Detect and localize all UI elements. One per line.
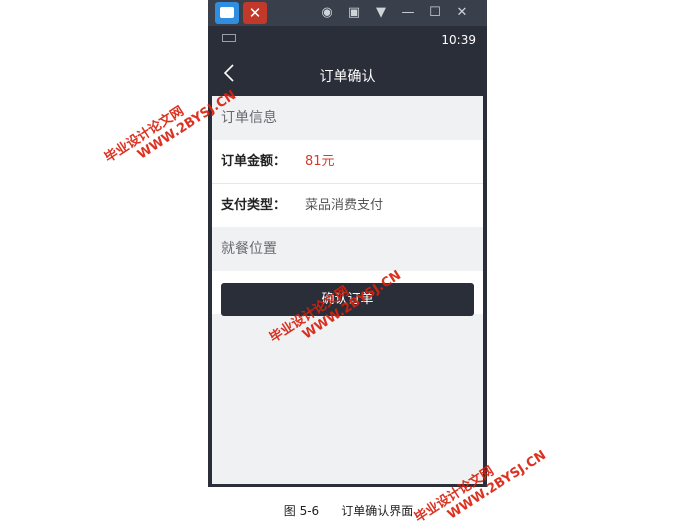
emulator-window: ✕ ◉ ▣ ▼ — ☐ ✕ 10:39 订单确认 订单信息 订单金额： 81元 … [208,0,487,487]
section-dining-location: 就餐位置 [212,227,483,271]
payment-type-row: 支付类型： 菜品消费支付 [212,183,483,227]
order-amount-row: 订单金额： 81元 [212,140,483,183]
nav-bar: 订单确认 [212,54,483,96]
order-content: 订单信息 订单金额： 81元 支付类型： 菜品消费支付 就餐位置 就坐餐桌 [212,96,483,314]
close-icon[interactable]: ✕ [453,4,471,22]
maximize-icon[interactable]: ☐ [426,4,444,22]
figure-caption: 图 5-6 订单确认界面 [0,502,697,519]
figure-number: 图 5-6 [283,504,320,518]
minimize-icon[interactable]: — [399,4,417,22]
status-bar: 10:39 [212,28,483,54]
emulator-toolbar: ✕ ◉ ▣ ▼ — ☐ ✕ [208,0,487,26]
status-time: 10:39 [441,33,476,47]
order-amount-label: 订单金额： [221,154,287,169]
keyboard-icon [222,34,236,42]
page-title: 订单确认 [319,69,376,85]
tools-app-icon[interactable]: ✕ [243,2,267,24]
payment-type-label: 支付类型： [221,198,287,213]
phone-screen: 10:39 订单确认 订单信息 订单金额： 81元 支付类型： 菜品消费支付 就… [212,28,483,484]
order-amount-value: 81元 [305,154,335,169]
dropdown-icon[interactable]: ▼ [372,4,390,22]
payment-type-value: 菜品消费支付 [305,198,384,213]
home-app-icon[interactable] [215,2,239,24]
section-order-info: 订单信息 [212,96,483,140]
account-icon[interactable]: ◉ [318,4,336,22]
shirt-icon[interactable]: ▣ [345,4,363,22]
figure-title: 订单确认界面 [341,504,414,518]
